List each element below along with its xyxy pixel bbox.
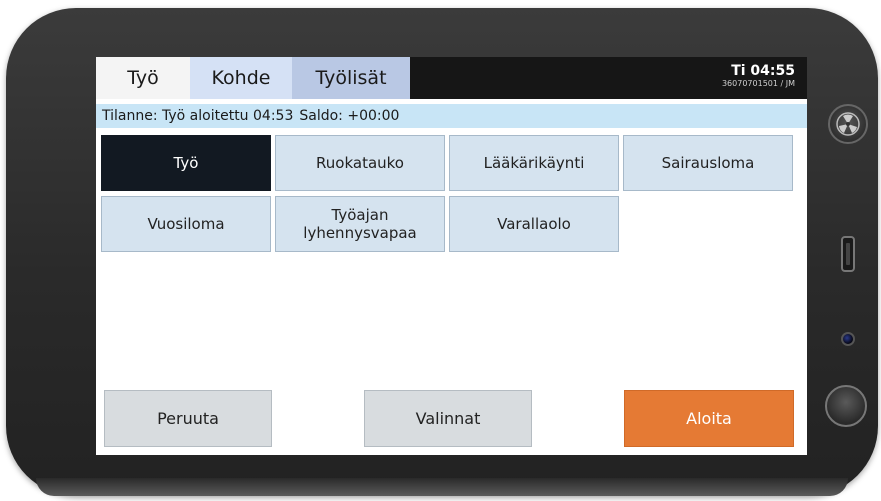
options-button[interactable]: Valinnat [364, 390, 532, 447]
cancel-button[interactable]: Peruuta [104, 390, 272, 447]
app-screen: Työ Kohde Työlisät Ti 04:55 36070701501 … [96, 57, 807, 455]
activity-button-varallaolo[interactable]: Varallaolo [449, 196, 619, 252]
tablet-bottom-edge [36, 478, 848, 496]
clock-time: Ti 04:55 [731, 63, 795, 79]
device-id: 36070701501 / JM [721, 79, 795, 88]
activity-button-tyoajan-lyhennysvapaa[interactable]: Työajan lyhennysvapaa [275, 196, 445, 252]
status-bar: Tilanne: Työ aloitettu 04:53 Saldo: +00:0… [96, 104, 807, 128]
tab-tyo[interactable]: Työ [96, 57, 190, 99]
home-button[interactable] [825, 385, 867, 427]
activity-button-laakarikaynti[interactable]: Lääkärikäynti [449, 135, 619, 191]
status-balance: Saldo: +00:00 [299, 108, 400, 124]
start-button[interactable]: Aloita [624, 390, 794, 447]
fan-icon[interactable] [828, 104, 868, 144]
usb-port-icon [841, 236, 855, 272]
activity-button-tyo[interactable]: Työ [101, 135, 271, 191]
clock: Ti 04:55 36070701501 / JM [722, 63, 795, 89]
tab-bar: Työ Kohde Työlisät Ti 04:55 36070701501 … [96, 57, 807, 99]
activity-button-vuosiloma[interactable]: Vuosiloma [101, 196, 271, 252]
camera-icon [841, 332, 855, 346]
tab-tyolisat[interactable]: Työlisät [292, 57, 410, 99]
status-situation: Tilanne: Työ aloitettu 04:53 [102, 108, 294, 124]
activity-button-ruokatauko[interactable]: Ruokatauko [275, 135, 445, 191]
tab-kohde[interactable]: Kohde [190, 57, 292, 99]
activity-button-sairausloma[interactable]: Sairausloma [623, 135, 793, 191]
